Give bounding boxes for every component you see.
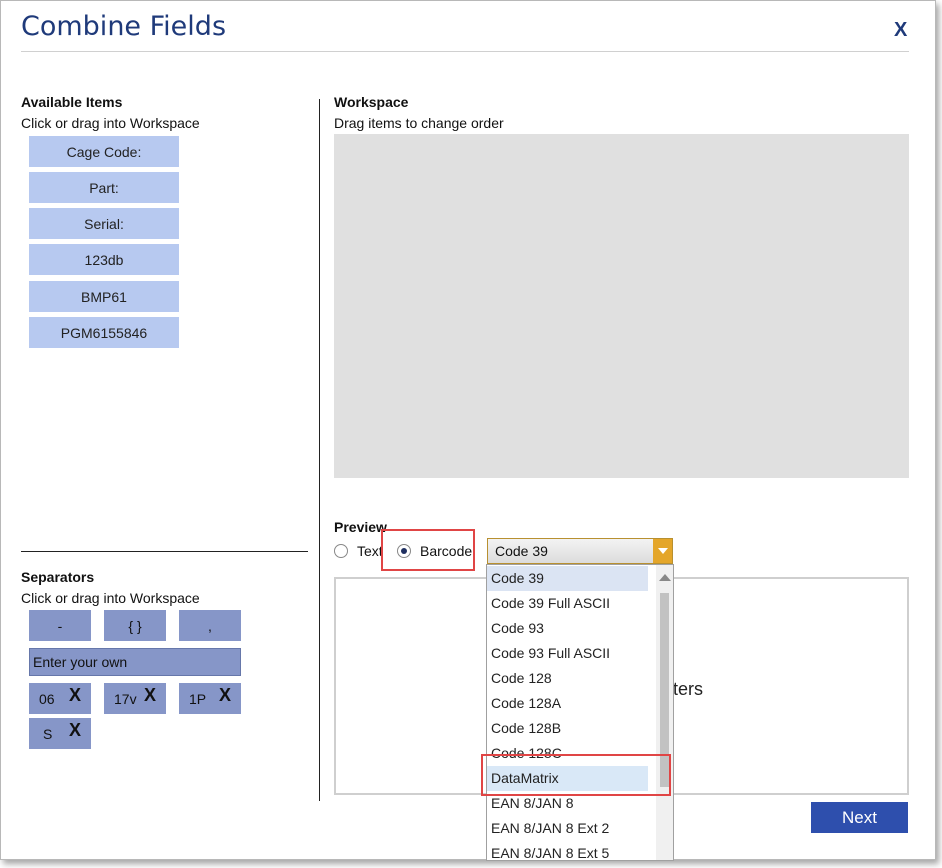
custom-separator-s[interactable]: S X bbox=[29, 718, 91, 749]
chevron-down-icon[interactable] bbox=[653, 539, 672, 563]
preview-message: ters bbox=[673, 679, 704, 699]
available-item-bmp61[interactable]: BMP61 bbox=[29, 281, 179, 312]
available-item-cage-code[interactable]: Cage Code: bbox=[29, 136, 179, 167]
available-item-123db[interactable]: 123db bbox=[29, 244, 179, 275]
barcode-type-dropdown[interactable]: Code 39 Code 39 Full ASCII Code 93 Code … bbox=[486, 564, 674, 861]
workspace-subtitle: Drag items to change order bbox=[334, 115, 504, 131]
dropdown-option-code-39-full-ascii[interactable]: Code 39 Full ASCII bbox=[487, 591, 648, 616]
barcode-radio[interactable] bbox=[397, 544, 411, 558]
separator-braces[interactable]: { } bbox=[104, 610, 166, 641]
available-items-subtitle: Click or drag into Workspace bbox=[21, 115, 200, 131]
delete-separator-icon[interactable]: X bbox=[144, 685, 156, 706]
custom-separator-1p[interactable]: 1P X bbox=[179, 683, 241, 714]
dropdown-option-code-93-full-ascii[interactable]: Code 93 Full ASCII bbox=[487, 641, 648, 666]
separators-subtitle: Click or drag into Workspace bbox=[21, 590, 200, 606]
barcode-type-value: Code 39 bbox=[495, 543, 548, 559]
dropdown-option-code-128[interactable]: Code 128 bbox=[487, 666, 648, 691]
available-item-part[interactable]: Part: bbox=[29, 172, 179, 203]
column-divider bbox=[319, 99, 320, 801]
available-item-pgm6155846[interactable]: PGM6155846 bbox=[29, 317, 179, 348]
barcode-type-select[interactable]: Code 39 bbox=[487, 538, 673, 564]
preview-heading: Preview bbox=[334, 519, 387, 535]
separator-dash[interactable]: - bbox=[29, 610, 91, 641]
dropdown-option-code-128a[interactable]: Code 128A bbox=[487, 691, 648, 716]
delete-separator-icon[interactable]: X bbox=[69, 720, 81, 741]
available-item-serial[interactable]: Serial: bbox=[29, 208, 179, 239]
dropdown-option-code-93[interactable]: Code 93 bbox=[487, 616, 648, 641]
delete-separator-icon[interactable]: X bbox=[69, 685, 81, 706]
available-items-heading: Available Items bbox=[21, 94, 123, 110]
custom-separator-label: 17v bbox=[114, 691, 137, 707]
custom-separator-label: 1P bbox=[189, 691, 207, 707]
combine-fields-dialog: Combine Fields X Available Items Click o… bbox=[0, 0, 936, 861]
close-button[interactable]: X bbox=[894, 19, 907, 42]
dropdown-option-ean8-jan8-ext5[interactable]: EAN 8/JAN 8 Ext 5 bbox=[487, 841, 648, 860]
dropdown-option-code-39[interactable]: Code 39 bbox=[487, 566, 648, 591]
dropdown-scrollbar[interactable] bbox=[656, 565, 673, 860]
dropdown-option-ean8-jan8-ext2[interactable]: EAN 8/JAN 8 Ext 2 bbox=[487, 816, 648, 841]
scroll-up-icon[interactable] bbox=[659, 574, 671, 581]
delete-separator-icon[interactable]: X bbox=[219, 685, 231, 706]
custom-separator-06[interactable]: 06 X bbox=[29, 683, 91, 714]
next-button[interactable]: Next bbox=[811, 802, 908, 833]
text-radio[interactable] bbox=[334, 544, 348, 558]
dialog-title: Combine Fields bbox=[21, 11, 227, 42]
separators-heading: Separators bbox=[21, 569, 95, 585]
title-divider bbox=[21, 51, 909, 52]
workspace-heading: Workspace bbox=[334, 94, 409, 110]
datamatrix-highlight bbox=[481, 754, 671, 796]
custom-separator-label: 06 bbox=[39, 691, 55, 707]
dropdown-option-code-128b[interactable]: Code 128B bbox=[487, 716, 648, 741]
workspace-drop-area[interactable] bbox=[334, 134, 909, 478]
separator-comma[interactable]: , bbox=[179, 610, 241, 641]
custom-separator-label: S bbox=[43, 726, 53, 742]
separators-divider bbox=[21, 551, 308, 552]
custom-separator-input[interactable] bbox=[29, 648, 241, 676]
text-radio-label[interactable]: Text bbox=[357, 543, 383, 559]
custom-separator-17v[interactable]: 17v X bbox=[104, 683, 166, 714]
barcode-radio-label[interactable]: Barcode bbox=[420, 543, 472, 559]
